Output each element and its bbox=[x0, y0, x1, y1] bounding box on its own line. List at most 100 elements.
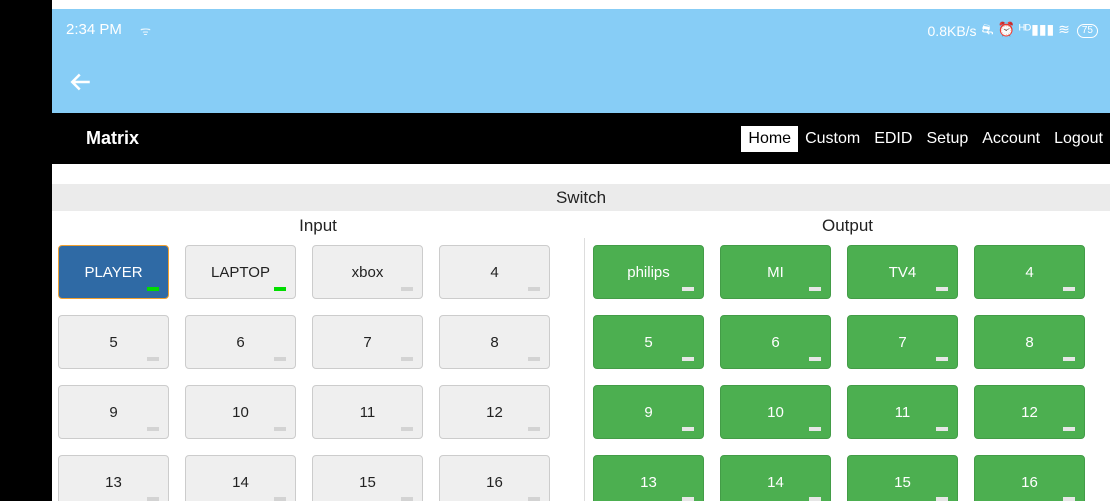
arrow-left-icon[interactable] bbox=[66, 67, 96, 97]
out-button-14[interactable]: 14 bbox=[720, 455, 831, 501]
out-button-label: 10 bbox=[767, 403, 784, 421]
status-indicator bbox=[936, 357, 948, 361]
out-button-label: TV4 bbox=[888, 263, 917, 281]
out-button-7[interactable]: 7 bbox=[847, 315, 958, 369]
out-button-label: 15 bbox=[894, 473, 911, 491]
status-indicator bbox=[1063, 497, 1075, 501]
out-button-2[interactable]: MI bbox=[720, 245, 831, 299]
status-indicator bbox=[274, 287, 286, 291]
in-button-label: 8 bbox=[490, 333, 499, 351]
out-button-label: 5 bbox=[644, 333, 653, 351]
nav-link-edid[interactable]: EDID bbox=[867, 130, 919, 148]
out-button-6[interactable]: 6 bbox=[720, 315, 831, 369]
app-window: 2:34 PM ᯤ 0.8KB/s ⛐ ⏰ ᴴᴰ▮▮▮ ≋ 75 Matrix … bbox=[52, 9, 1110, 501]
status-indicator bbox=[682, 357, 694, 361]
status-indicator bbox=[936, 287, 948, 291]
in-button-4[interactable]: 4 bbox=[439, 245, 550, 299]
status-indicator bbox=[682, 497, 694, 501]
status-indicator bbox=[936, 427, 948, 431]
out-button-11[interactable]: 11 bbox=[847, 385, 958, 439]
divider bbox=[584, 238, 585, 501]
in-button-10[interactable]: 10 bbox=[185, 385, 296, 439]
in-button-label: 5 bbox=[109, 333, 118, 351]
in-button-label: 7 bbox=[363, 333, 372, 351]
in-button-label: 14 bbox=[232, 473, 249, 491]
in-button-7[interactable]: 7 bbox=[312, 315, 423, 369]
out-button-4[interactable]: 4 bbox=[974, 245, 1085, 299]
nav-links: Home Custom EDID Setup Account Logout bbox=[741, 113, 1110, 164]
in-button-9[interactable]: 9 bbox=[58, 385, 169, 439]
nav-link-logout[interactable]: Logout bbox=[1047, 130, 1110, 148]
in-button-13[interactable]: 13 bbox=[58, 455, 169, 501]
status-icons: ⛐ ⏰ ᴴᴰ▮▮▮ ≋ bbox=[981, 21, 1070, 37]
out-button-label: 8 bbox=[1025, 333, 1034, 351]
in-button-2[interactable]: LAPTOP bbox=[185, 245, 296, 299]
out-button-12[interactable]: 12 bbox=[974, 385, 1085, 439]
out-button-label: 14 bbox=[767, 473, 784, 491]
in-button-label: 11 bbox=[359, 403, 376, 421]
status-indicator bbox=[936, 497, 948, 501]
in-button-5[interactable]: 5 bbox=[58, 315, 169, 369]
status-indicator bbox=[147, 497, 159, 501]
in-button-11[interactable]: 11 bbox=[312, 385, 423, 439]
status-indicator bbox=[401, 357, 413, 361]
out-button-16[interactable]: 16 bbox=[974, 455, 1085, 501]
out-button-1[interactable]: philips bbox=[593, 245, 704, 299]
out-button-label: 7 bbox=[898, 333, 907, 351]
out-button-label: 6 bbox=[771, 333, 780, 351]
status-indicator bbox=[1063, 287, 1075, 291]
in-button-label: 10 bbox=[232, 403, 249, 421]
top-strip bbox=[0, 0, 1110, 9]
status-indicator bbox=[809, 427, 821, 431]
nav-link-account[interactable]: Account bbox=[975, 130, 1047, 148]
nav-link-home[interactable]: Home bbox=[741, 125, 799, 152]
nav-link-setup[interactable]: Setup bbox=[919, 130, 975, 148]
status-indicator bbox=[401, 287, 413, 291]
status-time: 2:34 PM bbox=[66, 21, 122, 38]
in-button-8[interactable]: 8 bbox=[439, 315, 550, 369]
status-right: 0.8KB/s ⛐ ⏰ ᴴᴰ▮▮▮ ≋ 75 bbox=[928, 21, 1098, 40]
in-button-label: 4 bbox=[490, 263, 499, 281]
output-label: Output bbox=[821, 216, 874, 235]
out-button-10[interactable]: 10 bbox=[720, 385, 831, 439]
navbar: Matrix Home Custom EDID Setup Account Lo… bbox=[52, 113, 1110, 164]
status-indicator bbox=[1063, 357, 1075, 361]
in-button-label: 16 bbox=[486, 473, 503, 491]
out-button-label: 4 bbox=[1025, 263, 1034, 281]
out-button-13[interactable]: 13 bbox=[593, 455, 704, 501]
out-button-8[interactable]: 8 bbox=[974, 315, 1085, 369]
signal-icon: ᯤ bbox=[140, 24, 151, 38]
out-button-label: MI bbox=[767, 263, 784, 281]
in-button-label: PLAYER bbox=[84, 263, 143, 281]
in-button-16[interactable]: 16 bbox=[439, 455, 550, 501]
out-button-label: philips bbox=[627, 263, 670, 281]
in-button-15[interactable]: 15 bbox=[312, 455, 423, 501]
status-indicator bbox=[274, 427, 286, 431]
out-button-15[interactable]: 15 bbox=[847, 455, 958, 501]
out-button-5[interactable]: 5 bbox=[593, 315, 704, 369]
status-indicator bbox=[809, 357, 821, 361]
status-indicator bbox=[528, 497, 540, 501]
out-button-3[interactable]: TV4 bbox=[847, 245, 958, 299]
battery-icon: 75 bbox=[1076, 23, 1098, 38]
in-button-14[interactable]: 14 bbox=[185, 455, 296, 501]
in-button-6[interactable]: 6 bbox=[185, 315, 296, 369]
left-black-bar bbox=[0, 0, 52, 501]
in-button-12[interactable]: 12 bbox=[439, 385, 550, 439]
in-button-label: 13 bbox=[105, 473, 122, 491]
in-button-label: 6 bbox=[236, 333, 245, 351]
in-button-3[interactable]: xbox bbox=[312, 245, 423, 299]
in-button-label: 12 bbox=[486, 403, 503, 421]
out-button-label: 12 bbox=[1021, 403, 1038, 421]
status-indicator bbox=[809, 287, 821, 291]
nav-link-custom[interactable]: Custom bbox=[798, 130, 867, 148]
brand[interactable]: Matrix bbox=[86, 128, 139, 149]
out-button-label: 13 bbox=[640, 473, 657, 491]
in-button-1[interactable]: PLAYER bbox=[58, 245, 169, 299]
in-button-label: 15 bbox=[359, 473, 376, 491]
status-indicator bbox=[401, 497, 413, 501]
out-button-9[interactable]: 9 bbox=[593, 385, 704, 439]
network-speed: 0.8KB/s bbox=[927, 22, 977, 39]
status-indicator bbox=[1063, 427, 1075, 431]
input-label: Input bbox=[299, 216, 337, 235]
